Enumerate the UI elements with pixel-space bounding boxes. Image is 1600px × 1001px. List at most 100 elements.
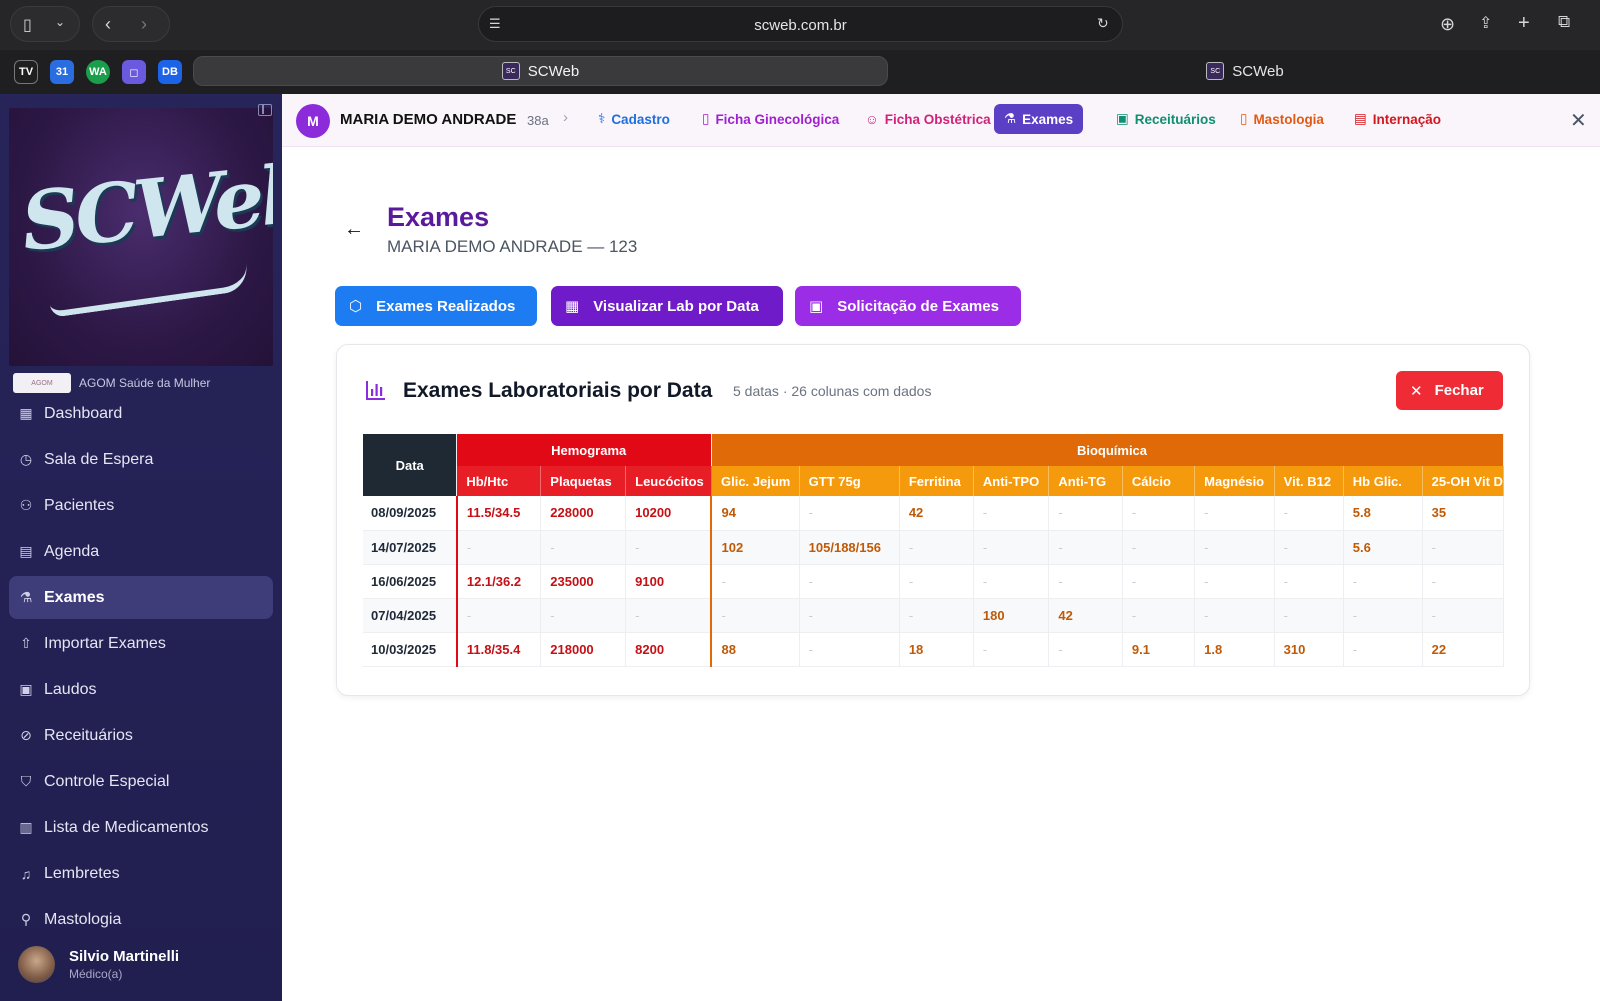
visualizar-lab-button[interactable]: ▦ Visualizar Lab por Data — [551, 286, 783, 326]
value-cell: - — [1422, 564, 1504, 599]
value-cell: 5.8 — [1343, 496, 1423, 531]
document-icon: ▯ — [702, 111, 710, 126]
sidebar-item-dashboard[interactable]: ▦ Dashboard — [9, 392, 273, 435]
collapse-sidebar-icon[interactable] — [258, 104, 272, 116]
value-cell: - — [625, 530, 712, 565]
table-row[interactable]: 10/03/2025 11.8/35.4 218000 8200 88-18- -9.1 1… — [363, 632, 1504, 667]
lab-table-container[interactable]: Data Hemograma Bioquímica Hb/Htc Plaquetas L… — [363, 434, 1504, 667]
user-role: Médico(a) — [69, 966, 123, 981]
favicon-whatsapp-icon[interactable]: WA — [86, 60, 110, 84]
download-icon[interactable]: ⊕ — [1440, 14, 1455, 35]
card-title: Exames Laboratoriais por Data — [403, 379, 713, 402]
value-cell: - — [540, 598, 627, 633]
back-arrow-icon[interactable]: ← — [344, 218, 364, 241]
value-cell: 88 — [710, 632, 800, 667]
column-header: Magnésio — [1194, 466, 1275, 496]
value-cell: - — [455, 530, 542, 565]
address-bar[interactable]: ☰ scweb.com.br ↻ — [478, 6, 1123, 42]
url-text: scweb.com.br — [754, 17, 847, 34]
sidebar-item-agenda[interactable]: ▤ Agenda — [9, 530, 273, 573]
sidebar-item-mastologia[interactable]: ⚲ Mastologia — [9, 898, 273, 941]
value-cell: - — [799, 598, 900, 633]
clipboard-icon: ▣ — [1116, 111, 1129, 126]
value-cell: 11.5/34.5 — [455, 496, 542, 531]
sidebar-item-sala-de-espera[interactable]: ◷ Sala de Espera — [9, 438, 273, 481]
patient-bar: M MARIA DEMO ANDRADE 38a › ⚕ Cadastro ▯ … — [282, 94, 1600, 147]
table-row[interactable]: 07/04/2025- - - - - -180 42- - - - - — [363, 598, 1504, 633]
button-label: Solicitação de Exames — [837, 297, 999, 315]
sidebar-item-exames[interactable]: ⚗ Exames — [9, 576, 273, 619]
back-icon[interactable]: ‹ — [105, 14, 111, 35]
value-cell: - — [1122, 598, 1196, 633]
main-content: M MARIA DEMO ANDRADE 38a › ⚕ Cadastro ▯ … — [282, 94, 1600, 1001]
new-tab-icon[interactable]: + — [1518, 12, 1530, 35]
value-cell: - — [799, 564, 900, 599]
favicon-app-icon[interactable]: ◻ — [122, 60, 146, 84]
forward-icon[interactable]: › — [141, 14, 147, 35]
user-profile[interactable]: Silvio Martinelli Médico(a) — [18, 944, 268, 984]
value-cell: - — [1274, 598, 1344, 633]
sidebar-item-pacientes[interactable]: ⚇ Pacientes — [9, 484, 273, 527]
table-row[interactable]: 16/06/2025 12.1/36.2 235000 9100- - - - - - - - - - — [363, 564, 1504, 599]
fechar-button[interactable]: ✕ Fechar — [1396, 371, 1503, 410]
sidebar-item-lembretes[interactable]: ♫ Lembretes — [9, 852, 273, 895]
tab-exames[interactable]: ⚗ Exames — [994, 104, 1084, 134]
close-patient-icon[interactable]: ✕ — [1570, 108, 1587, 133]
table-row[interactable]: 14/07/2025- - -102 105/188/156- - - - - -5.6- — [363, 530, 1504, 565]
sidebar-item-controle-especial[interactable]: ⛉ Controle Especial — [9, 760, 273, 803]
sidebar-icon[interactable]: ▯ — [23, 15, 32, 35]
sidebar-item-laudos[interactable]: ▣ Laudos — [9, 668, 273, 711]
tab-cadastro[interactable]: ⚕ Cadastro — [588, 104, 680, 134]
clipboard-icon: ▣ — [809, 298, 824, 315]
calendar-icon: ▤ — [19, 543, 33, 559]
clock-icon: ◷ — [19, 451, 33, 467]
tab-ficha-obstetrica[interactable]: ☺ Ficha Obstétrica — [855, 104, 1001, 134]
tab-mastologia[interactable]: ▯ Mastologia — [1230, 104, 1334, 134]
favicon-calendar-icon[interactable]: 31 — [50, 60, 74, 84]
value-cell: - — [899, 564, 974, 599]
share-icon[interactable]: ⇪ — [1479, 13, 1492, 33]
browser-tab[interactable]: SC SCWeb — [900, 56, 1590, 86]
sidebar-item-lista-de-medicamentos[interactable]: ▥ Lista de Medicamentos — [9, 806, 273, 849]
bell-icon: ♫ — [20, 865, 32, 882]
sidebar-toggle-group[interactable]: ▯ ⌄ — [10, 6, 80, 42]
tab-label: Ficha Obstétrica — [884, 111, 991, 127]
chevron-down-icon[interactable]: ⌄ — [55, 15, 65, 29]
browser-toolbar: ▯ ⌄ ‹ › ☰ scweb.com.br ↻ ⊕ ⇪ + ⧉ — [0, 0, 1600, 50]
value-cell: - — [1422, 530, 1504, 565]
tab-label: Internação — [1372, 111, 1442, 127]
tab-overview-icon[interactable]: ⧉ — [1558, 12, 1570, 32]
tab-label: Mastologia — [1253, 111, 1324, 127]
tab-internacao[interactable]: ▤ Internação — [1344, 104, 1451, 134]
page-title: Exames — [387, 202, 490, 232]
value-cell: 218000 — [540, 632, 627, 667]
browser-tab-active[interactable]: SC SCWeb — [193, 56, 888, 86]
favicon-tv-icon[interactable]: TV — [14, 60, 38, 84]
favicon-dropbox-icon[interactable]: DB — [158, 60, 182, 84]
column-header: Leucócitos — [625, 466, 712, 496]
value-cell: - — [973, 496, 1050, 531]
date-cell: 10/03/2025 — [363, 632, 458, 667]
table-row[interactable]: 08/09/2025 11.5/34.5 228000 10200 94-42- - - - -… — [363, 496, 1504, 531]
exames-realizados-button[interactable]: ⬡ Exames Realizados — [335, 286, 537, 326]
value-cell: - — [710, 564, 800, 599]
value-cell: 12.1/36.2 — [455, 564, 542, 599]
value-cell: 18 — [899, 632, 974, 667]
tab-label: Exames — [1022, 111, 1074, 127]
tab-ficha-ginecologica[interactable]: ▯ Ficha Ginecológica — [692, 104, 849, 134]
value-cell: 22 — [1422, 632, 1504, 667]
value-cell: 235000 — [540, 564, 627, 599]
sidebar-item-receituarios[interactable]: ⊘ Receituários — [9, 714, 273, 757]
tab-label: Ficha Ginecológica — [715, 111, 840, 127]
tab-receituarios[interactable]: ▣ Receituários — [1106, 104, 1226, 134]
value-cell: 5.6 — [1343, 530, 1423, 565]
reload-icon[interactable]: ↻ — [1097, 15, 1109, 32]
value-cell: 102 — [710, 530, 800, 565]
solicitacao-exames-button[interactable]: ▣ Solicitação de Exames — [795, 286, 1021, 326]
file-icon: ▯ — [1240, 111, 1248, 126]
clipboard-icon: ▣ — [19, 681, 33, 697]
value-cell: - — [1343, 598, 1423, 633]
lab-table: Data Hemograma Bioquímica Hb/Htc Plaquetas L… — [363, 434, 1504, 667]
sidebar-item-importar-exames[interactable]: ⇧ Importar Exames — [9, 622, 273, 665]
value-cell: - — [1343, 632, 1423, 667]
